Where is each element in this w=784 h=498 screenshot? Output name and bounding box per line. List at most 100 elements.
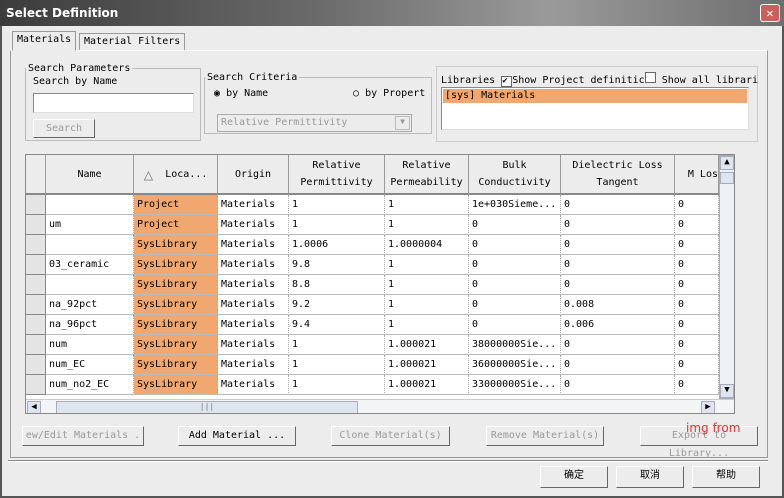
table-cell: Materials bbox=[218, 255, 289, 275]
table-row[interactable]: num_no2_EC SysLibrary Materials 1 1.000021 33… bbox=[26, 375, 719, 395]
scroll-down-icon[interactable]: ▼ bbox=[720, 384, 734, 398]
table-row[interactable]: 03_ceramic SysLibrary Materials 9.8 1 0 0 0 bbox=[26, 255, 719, 275]
view-edit-materials-button[interactable]: ew/Edit Materials . bbox=[22, 426, 144, 446]
table-cell: Materials bbox=[218, 295, 289, 315]
table-cell: Materials bbox=[218, 275, 289, 295]
table-cell: 1 bbox=[385, 275, 469, 295]
table-cell: 1 bbox=[385, 215, 469, 235]
table-cell: Materials bbox=[218, 375, 289, 395]
column-header-bulk-conductivity[interactable]: Bulk Conductivity bbox=[469, 155, 561, 195]
column-header-location[interactable]: △ Loca... bbox=[134, 155, 218, 195]
table-cell: 0 bbox=[469, 255, 561, 275]
scroll-up-icon[interactable]: ▲ bbox=[720, 156, 734, 170]
scroll-left-icon[interactable]: ◀ bbox=[27, 401, 41, 413]
row-header[interactable] bbox=[26, 375, 46, 395]
table-row[interactable]: na_96pct SysLibrary Materials 9.4 1 0 0.006 0 bbox=[26, 315, 719, 335]
row-header[interactable] bbox=[26, 195, 46, 215]
scroll-right-icon[interactable]: ▶ bbox=[701, 401, 715, 413]
search-parameters-legend: Search Parameters bbox=[28, 63, 131, 74]
column-header-origin[interactable]: Origin bbox=[218, 155, 289, 195]
help-button[interactable]: 帮助 bbox=[692, 466, 760, 488]
remove-material-button[interactable]: Remove Material(s) bbox=[486, 426, 604, 446]
table-row[interactable]: Project Materials 1 1 1e+030Sieme... 0 0 bbox=[26, 195, 719, 215]
table-cell: num_EC bbox=[46, 355, 134, 375]
horizontal-scroll-thumb[interactable]: ||| bbox=[56, 401, 358, 413]
row-header[interactable] bbox=[26, 315, 46, 335]
horizontal-scrollbar[interactable]: ◀ ||| ▶ bbox=[26, 399, 734, 413]
library-item[interactable]: [sys] Materials bbox=[443, 89, 747, 103]
row-header[interactable] bbox=[26, 235, 46, 255]
table-cell bbox=[46, 195, 134, 215]
property-select[interactable]: Relative Permittivity ▼ bbox=[217, 114, 412, 132]
tab-materials[interactable]: Materials bbox=[12, 31, 77, 51]
row-header[interactable] bbox=[26, 215, 46, 235]
table-cell: 38000000Sie... bbox=[469, 335, 561, 355]
materials-table[interactable]: Name △ Loca... Origin Relative Permittivi… bbox=[25, 154, 735, 414]
table-cell: 0 bbox=[675, 295, 719, 315]
table-row[interactable]: SysLibrary Materials 1.0006 1.0000004 0 0 0 bbox=[26, 235, 719, 255]
table-cell: SysLibrary bbox=[134, 235, 218, 255]
table-cell: Project bbox=[134, 195, 218, 215]
table-cell: 1 bbox=[289, 355, 385, 375]
table-cell: Materials bbox=[218, 335, 289, 355]
table-row[interactable]: SysLibrary Materials 8.8 1 0 0 0 bbox=[26, 275, 719, 295]
table-cell: 0 bbox=[469, 215, 561, 235]
column-header-magnetic-loss[interactable]: M Los bbox=[675, 155, 719, 195]
row-header[interactable] bbox=[26, 275, 46, 295]
column-header-rel-permeability[interactable]: Relative Permeability bbox=[385, 155, 469, 195]
table-cell: 1.0006 bbox=[289, 235, 385, 255]
table-cell: 0 bbox=[675, 275, 719, 295]
libraries-list[interactable]: [sys] Materials bbox=[441, 87, 749, 130]
corner-header bbox=[26, 155, 46, 195]
table-cell: 0.008 bbox=[561, 295, 675, 315]
row-header[interactable] bbox=[26, 355, 46, 375]
show-project-checkbox[interactable]: ✔ bbox=[501, 76, 513, 87]
table-cell: 1 bbox=[289, 215, 385, 235]
table-cell: 0 bbox=[561, 335, 675, 355]
table-cell: 0.006 bbox=[561, 315, 675, 335]
table-row[interactable]: num_EC SysLibrary Materials 1 1.000021 360000… bbox=[26, 355, 719, 375]
tab-material-filters[interactable]: Material Filters bbox=[79, 33, 186, 50]
search-criteria-legend: Search Criteria bbox=[207, 72, 298, 83]
table-cell: 1 bbox=[385, 315, 469, 335]
table-cell: 9.2 bbox=[289, 295, 385, 315]
table-cell: SysLibrary bbox=[134, 275, 218, 295]
table-cell: 0 bbox=[675, 195, 719, 215]
radio-selected-icon: ◉ bbox=[214, 88, 221, 99]
show-all-checkbox[interactable] bbox=[644, 72, 656, 83]
cancel-button[interactable]: 取消 bbox=[616, 466, 684, 488]
radio-by-property[interactable]: ○ by Propert bbox=[353, 88, 425, 99]
table-cell: 03_ceramic bbox=[46, 255, 134, 275]
table-cell: 1.000021 bbox=[385, 335, 469, 355]
vertical-scrollbar[interactable]: ▲ ▼ bbox=[719, 155, 734, 399]
table-cell: Materials bbox=[218, 315, 289, 335]
column-header-name[interactable]: Name bbox=[46, 155, 134, 195]
close-icon[interactable]: ✕ bbox=[760, 4, 780, 22]
search-button[interactable]: Search bbox=[33, 119, 95, 138]
search-by-name-label: Search by Name bbox=[33, 76, 118, 87]
table-cell: 0 bbox=[561, 375, 675, 395]
table-row[interactable]: num SysLibrary Materials 1 1.000021 38000000S… bbox=[26, 335, 719, 355]
radio-by-name[interactable]: ◉ by Name bbox=[214, 88, 268, 99]
row-header[interactable] bbox=[26, 335, 46, 355]
table-cell: SysLibrary bbox=[134, 295, 218, 315]
table-cell: 0 bbox=[675, 255, 719, 275]
vertical-scroll-thumb[interactable] bbox=[720, 172, 734, 184]
table-row[interactable]: na_92pct SysLibrary Materials 9.2 1 0 0.008 0 bbox=[26, 295, 719, 315]
ok-button[interactable]: 确定 bbox=[540, 466, 608, 488]
table-cell: 0 bbox=[561, 275, 675, 295]
table-cell: 1 bbox=[385, 255, 469, 275]
table-cell bbox=[46, 275, 134, 295]
table-row[interactable]: um Project Materials 1 1 0 0 0 bbox=[26, 215, 719, 235]
column-header-dielectric-loss[interactable]: Dielectric Loss Tangent bbox=[561, 155, 675, 195]
row-header[interactable] bbox=[26, 255, 46, 275]
column-header-rel-permittivity[interactable]: Relative Permittivity bbox=[289, 155, 385, 195]
table-cell: 0 bbox=[561, 215, 675, 235]
add-material-button[interactable]: Add Material ... bbox=[178, 426, 296, 446]
sort-ascending-icon: △ bbox=[143, 164, 154, 184]
search-name-input[interactable] bbox=[33, 93, 194, 113]
row-header[interactable] bbox=[26, 295, 46, 315]
libraries-label: Libraries bbox=[441, 75, 496, 86]
clone-material-button[interactable]: Clone Material(s) bbox=[331, 426, 450, 446]
table-cell: um bbox=[46, 215, 134, 235]
